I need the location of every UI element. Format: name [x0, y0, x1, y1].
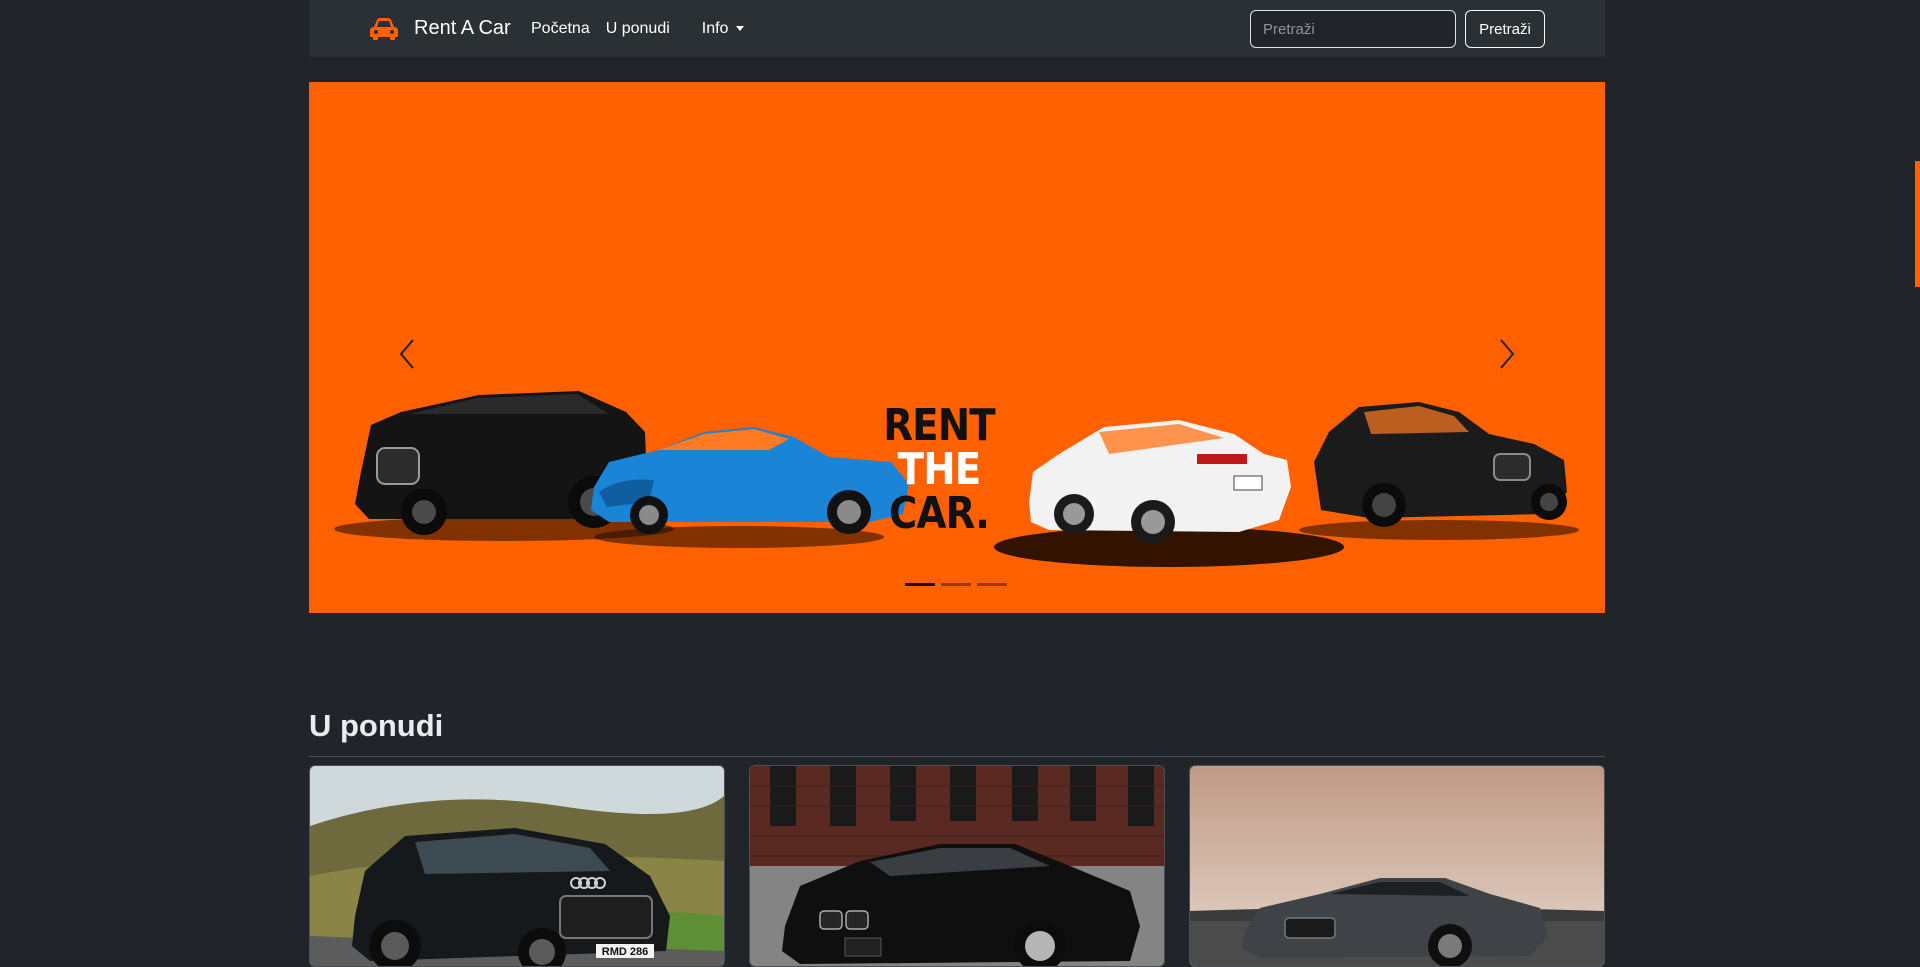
offer-card-1[interactable]: RMD 286: [309, 765, 725, 967]
card-image-1: RMD 286: [310, 766, 724, 966]
brand-name: Rent A Car: [414, 17, 511, 39]
brand-link[interactable]: Rent A Car: [368, 0, 511, 57]
hero-carousel: RENT THE CAR.: [309, 82, 1605, 613]
scrollbar-thumb[interactable]: [1915, 161, 1920, 287]
card-image-2: [750, 766, 1164, 966]
nav-dropdown-label: Info: [701, 19, 729, 37]
search-button[interactable]: Pretraži: [1465, 10, 1545, 48]
carousel-indicator-1[interactable]: [905, 583, 935, 586]
nav-links: Početna U ponudi Info: [531, 0, 760, 57]
carousel-indicator-2[interactable]: [941, 583, 971, 586]
chevron-left-icon[interactable]: [377, 324, 437, 384]
slogan-line-1: RENT: [883, 400, 995, 451]
section-title: U ponudi: [309, 708, 444, 743]
card-image-3: [1190, 766, 1604, 966]
search-input[interactable]: [1250, 10, 1456, 48]
section-divider: [309, 756, 1605, 757]
nav-link-offers[interactable]: U ponudi: [606, 20, 670, 38]
car-icon: [370, 17, 398, 40]
navbar: Rent A Car Početna U ponudi Info Pretraž…: [309, 0, 1605, 57]
license-plate: RMD 286: [602, 946, 648, 958]
carousel-slogan: RENT THE CAR.: [877, 404, 1000, 536]
slogan-line-3: CAR.: [888, 488, 990, 539]
offer-card-2[interactable]: [749, 765, 1165, 967]
carousel-indicators: [905, 583, 1007, 586]
offer-card-3[interactable]: [1189, 765, 1605, 967]
caret-down-icon: [736, 26, 745, 31]
slogan-line-2: THE: [897, 444, 982, 495]
nav-link-home[interactable]: Početna: [531, 20, 590, 38]
chevron-right-icon[interactable]: [1477, 324, 1537, 384]
nav-dropdown-info[interactable]: Info: [702, 20, 745, 38]
carousel-indicator-3[interactable]: [977, 583, 1007, 586]
